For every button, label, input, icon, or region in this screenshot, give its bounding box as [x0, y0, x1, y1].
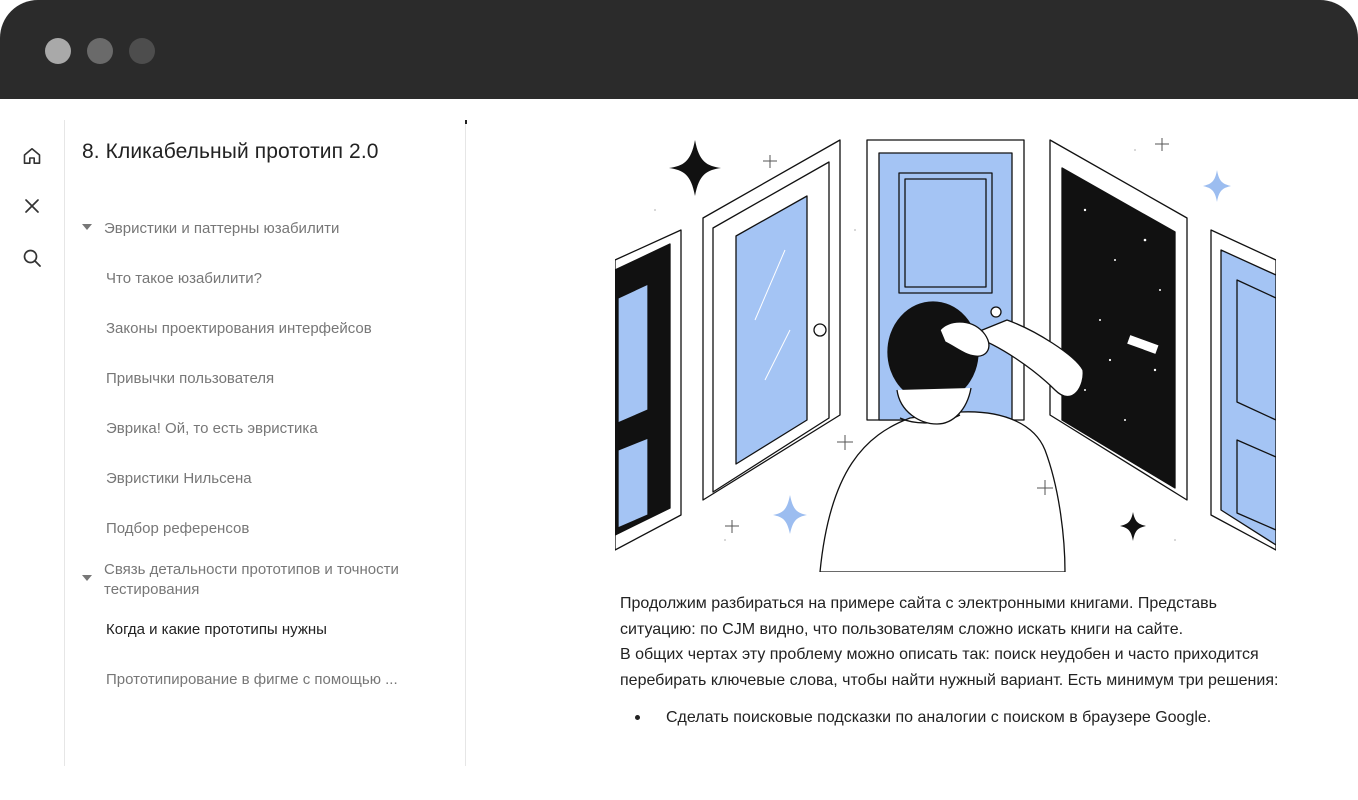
chevron-down-icon	[82, 575, 92, 582]
toc-section-label: Эвристики и паттерны юзабилити	[104, 220, 340, 237]
icon-rail	[0, 120, 65, 766]
window-minimize-button[interactable]	[87, 38, 113, 64]
table-of-contents: 8. Кликабельный прототип 2.0 Эвристики и…	[65, 120, 466, 766]
title-bar	[0, 0, 1358, 99]
window-close-button[interactable]	[45, 38, 71, 64]
toc-item[interactable]: Привычки пользователя	[106, 369, 274, 389]
toc-title: 8. Кликабельный прототип 2.0	[82, 140, 379, 163]
window-zoom-button[interactable]	[129, 38, 155, 64]
list-item: Сделать поисковые подсказки по аналогии …	[620, 705, 1280, 730]
article-paragraph: Продолжим разбираться на примере сайта с…	[620, 595, 1217, 638]
doors-illustration	[615, 138, 1276, 572]
toc-item[interactable]: Эврика! Ой, то есть эвристика	[106, 419, 318, 439]
search-icon	[23, 249, 41, 267]
home-button[interactable]	[18, 142, 46, 170]
toc-item-current[interactable]: Когда и какие прототипы нужны	[106, 620, 327, 640]
toc-item[interactable]: Эвристики Нильсена	[106, 469, 252, 489]
close-button[interactable]	[18, 192, 46, 220]
list-item-text: Сделать поисковые подсказки по аналогии …	[666, 709, 1212, 726]
search-button[interactable]	[18, 244, 46, 272]
toc-section-label: Связь детальности прототипов и точности …	[104, 561, 399, 598]
bullet-icon	[635, 715, 640, 720]
chevron-down-icon	[82, 224, 92, 231]
close-icon	[25, 199, 39, 213]
toc-item[interactable]: Подбор референсов	[106, 519, 249, 539]
toc-item[interactable]: Прототипирование в фигме с помощью ...	[106, 670, 398, 690]
home-icon	[23, 148, 41, 164]
toc-section-prototypes[interactable]: Связь детальности прототипов и точности …	[82, 560, 444, 600]
toc-item[interactable]: Что такое юзабилити?	[106, 269, 262, 289]
article-content: Продолжим разбираться на примере сайта с…	[620, 591, 1280, 730]
app-window: 8. Кликабельный прототип 2.0 Эвристики и…	[0, 0, 1358, 800]
scroll-marker	[465, 120, 467, 124]
toc-section-heuristics[interactable]: Эвристики и паттерны юзабилити	[82, 219, 444, 239]
toc-item[interactable]: Законы проектирования интерфейсов	[106, 319, 372, 339]
article-paragraph-2: В общих чертах эту проблему можно описат…	[620, 646, 1279, 689]
